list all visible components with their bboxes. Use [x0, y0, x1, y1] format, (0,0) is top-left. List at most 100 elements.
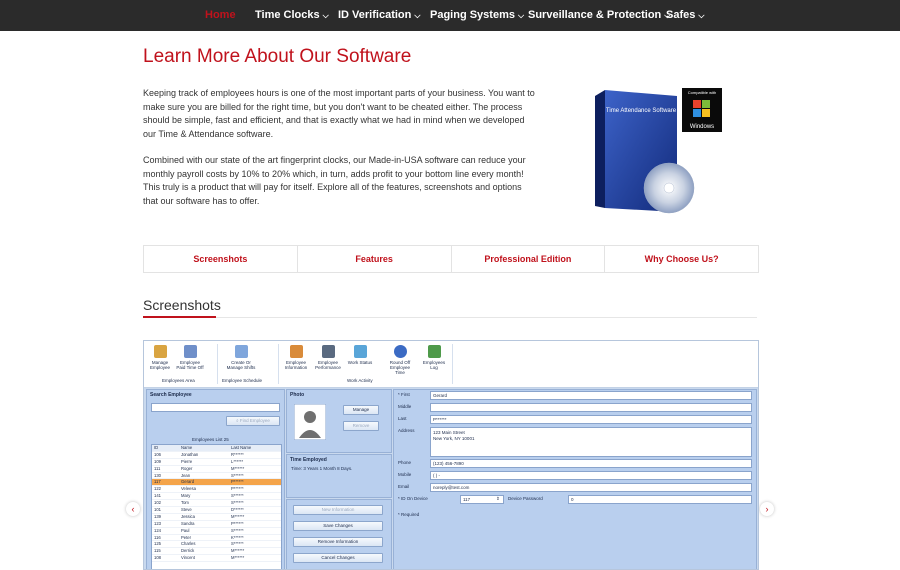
device-password-field[interactable]: 0: [568, 495, 752, 504]
table-row[interactable]: 111 Roger M******: [152, 466, 281, 473]
phone-label: Phone: [398, 460, 412, 465]
table-row[interactable]: 108 Vincent M******: [152, 555, 281, 563]
find-employee-label: Find Employee: [239, 418, 270, 423]
save-changes-button[interactable]: Save Changes: [293, 521, 383, 531]
top-nav: Home Time Clocks ⌵ ID Verification ⌵ Pagin…: [0, 0, 900, 31]
grid-header-row: ID Name Last Name: [152, 445, 281, 452]
table-row[interactable]: 109 Pierre L******: [152, 459, 281, 466]
ribbon-separator: [217, 344, 218, 384]
row-name: Derrick: [181, 548, 195, 554]
first-name-field[interactable]: Gerard: [430, 391, 752, 400]
last-name-field[interactable]: P******: [430, 415, 752, 424]
box-label: Time Attendance Software: [606, 108, 677, 114]
people-icon: [153, 345, 167, 358]
ribbon-group-label: Work Activity: [347, 378, 373, 383]
table-row[interactable]: 130 Jean S******: [152, 473, 281, 480]
ribbon-label: Manage Employee: [149, 360, 170, 370]
ribbon-work-status[interactable]: Work Status: [345, 345, 375, 365]
remove-information-button[interactable]: Remove Information: [293, 537, 383, 547]
tab-why-choose-us[interactable]: Why Choose Us?: [605, 246, 758, 272]
nav-id-verification[interactable]: ID Verification ⌵: [338, 0, 420, 31]
nav-time-clocks[interactable]: Time Clocks ⌵: [255, 0, 329, 31]
device-id-label: * ID On Device: [398, 496, 428, 501]
row-id: 139: [154, 513, 161, 519]
table-row[interactable]: 123 Sandra P******: [152, 521, 281, 528]
tab-features[interactable]: Features: [298, 246, 452, 272]
ribbon-employees-log[interactable]: Employees Log: [419, 345, 449, 370]
nav-home[interactable]: Home: [205, 0, 236, 31]
table-row[interactable]: 141 Mary S******: [152, 493, 281, 501]
nav-paging-systems[interactable]: Paging Systems ⌵: [430, 0, 524, 31]
row-name: Pierre: [181, 458, 193, 464]
chevron-right-icon: ›: [765, 504, 769, 514]
ribbon-round-off-time[interactable]: Round Off Employee Time: [385, 345, 415, 375]
nav-surveillance[interactable]: Surveillance & Protection ⌵: [528, 0, 670, 31]
cancel-changes-button[interactable]: Cancel Changes: [293, 553, 383, 563]
table-row[interactable]: 139 Jessica M******: [152, 514, 281, 521]
chevron-down-icon: ⌵: [517, 11, 525, 20]
manage-photo-button[interactable]: Manage: [343, 405, 379, 415]
last-label: Last: [398, 416, 407, 421]
search-employee-input[interactable]: [151, 403, 280, 412]
table-row[interactable]: 102 Tom S******: [152, 500, 281, 508]
carousel-next-button[interactable]: ›: [760, 502, 774, 516]
table-row[interactable]: 101 Steve D******: [152, 507, 281, 514]
mobile-field[interactable]: ( ) -: [430, 471, 752, 480]
phone-field[interactable]: (123) 456-7890: [430, 459, 752, 468]
stepper-arrows-icon[interactable]: ⇕: [496, 496, 500, 502]
first-label: * First: [398, 392, 410, 397]
row-last-name: M******: [231, 513, 245, 519]
ribbon-manage-employee[interactable]: Manage Employee: [145, 345, 175, 370]
row-last-name: M******: [231, 465, 245, 471]
row-id: 130: [154, 472, 161, 478]
employee-form-panel: * First Gerard Middle Last P****** Addre…: [393, 389, 757, 569]
nav-safes[interactable]: Safes ⌵: [666, 0, 704, 31]
ribbon-paid-time-off[interactable]: Employee Paid Time Off: [175, 345, 205, 370]
middle-name-field[interactable]: [430, 403, 752, 412]
table-row[interactable]: 117 Gerard P******: [152, 479, 281, 487]
software-box-image: Time Attendance Software Compatible with…: [595, 88, 722, 214]
row-last-name: R******: [231, 451, 244, 457]
presentation-icon: [321, 345, 335, 358]
row-last-name: D******: [231, 507, 244, 513]
table-row[interactable]: 122 Veleesa P******: [152, 486, 281, 494]
chevron-down-icon: ⌵: [698, 11, 705, 20]
table-row[interactable]: 125 Charles S******: [152, 541, 281, 549]
row-name: Veleesa: [181, 486, 196, 492]
ribbon-employee-performance[interactable]: Employee Performance: [313, 345, 343, 370]
address-field[interactable]: 123 Main Street New York, NY 10001: [430, 427, 752, 457]
intro-paragraph-1: Keeping track of employees hours is one …: [143, 88, 535, 139]
calendar-icon: [183, 345, 197, 358]
row-name: Steve: [181, 507, 192, 513]
new-information-button[interactable]: New Information: [293, 505, 383, 515]
required-note: * Required: [398, 512, 420, 517]
table-row[interactable]: 106 Jonathan R******: [152, 452, 281, 459]
row-id: 116: [154, 534, 161, 540]
row-last-name: M******: [231, 548, 245, 554]
employees-grid: ID Name Last Name 106 Jonathan R****** 109 P…: [151, 444, 282, 569]
badge-top-text: Compatible with: [688, 90, 716, 95]
ribbon-separator: [278, 344, 279, 384]
tab-professional-edition[interactable]: Professional Edition: [452, 246, 606, 272]
ribbon-manage-shifts[interactable]: Create Or Manage Shifts: [226, 345, 256, 370]
email-field[interactable]: noreply@test.com: [430, 483, 752, 492]
box-spine: [595, 90, 605, 208]
carousel-prev-button[interactable]: ‹: [126, 502, 140, 516]
ribbon-employee-information[interactable]: Employee Information: [281, 345, 311, 370]
row-id: 101: [154, 507, 161, 513]
ribbon-label: Employee Paid Time Off: [176, 360, 204, 370]
tab-screenshots[interactable]: Screenshots: [144, 246, 298, 272]
table-row[interactable]: 124 Paul S******: [152, 528, 281, 535]
time-employed-header: Time Employed: [290, 457, 327, 463]
table-row[interactable]: 116 Peter K******: [152, 535, 281, 542]
remove-photo-button[interactable]: Remove: [343, 421, 379, 431]
row-name: Jean: [181, 472, 191, 478]
row-name: Sandra: [181, 520, 195, 526]
find-employee-button[interactable]: ⌕ Find Employee: [226, 416, 280, 426]
row-name: Paul: [181, 527, 190, 533]
nav-surveillance-label: Surveillance & Protection: [528, 9, 662, 21]
row-name: Roger: [181, 465, 193, 471]
row-name: Jonathan: [181, 451, 199, 457]
table-row[interactable]: 115 Derrick M******: [152, 548, 281, 556]
heading-divider: [216, 317, 757, 318]
